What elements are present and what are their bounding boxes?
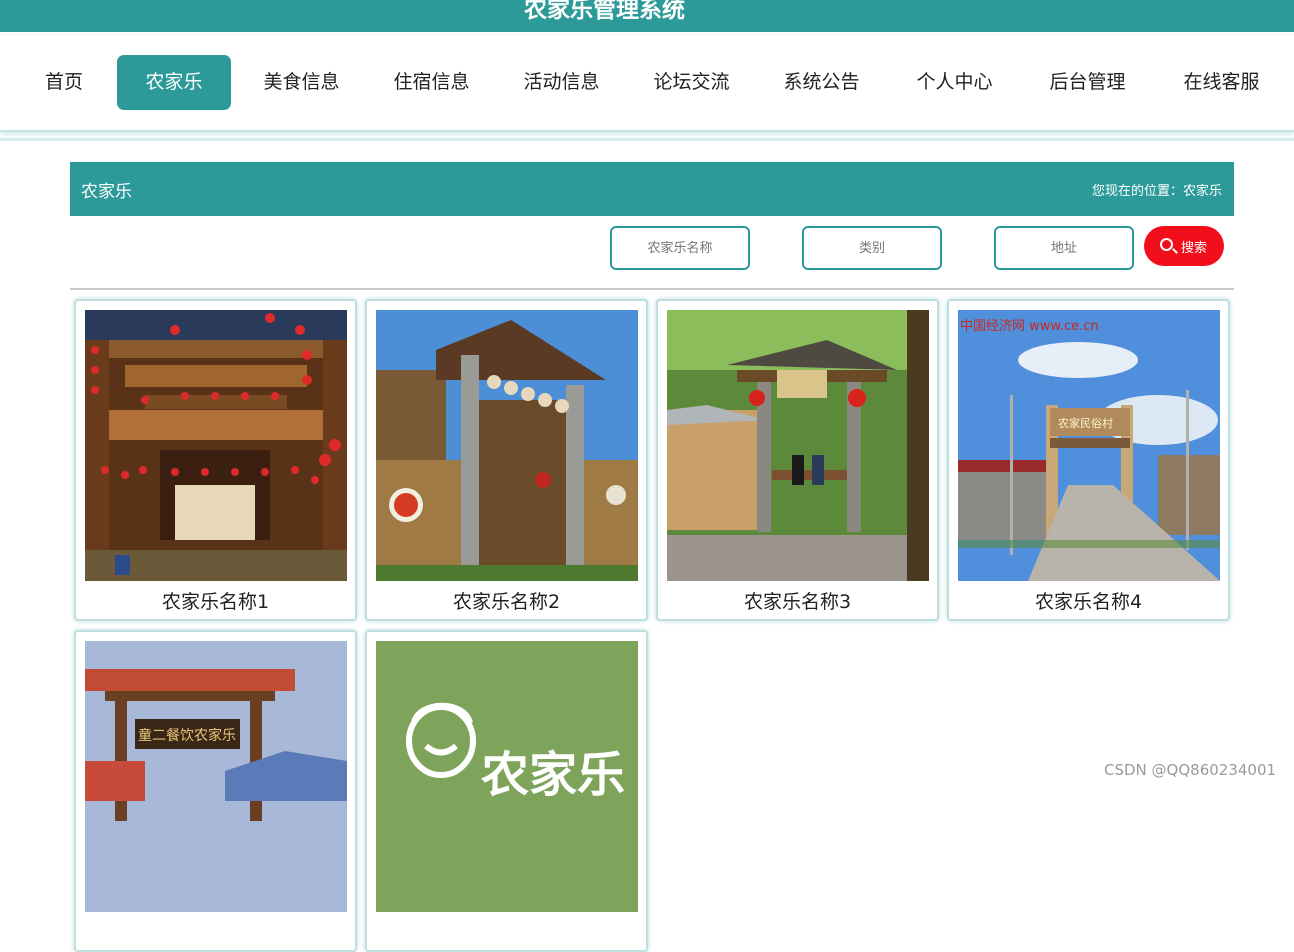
nav-item-forum[interactable]: 论坛交流 [644,55,739,110]
top-title-bar: 农家乐管理系统 [0,0,1294,32]
nav-item-announcements[interactable]: 系统公告 [774,55,869,110]
farmstay-photo [667,310,929,581]
nav-item-home[interactable]: 首页 [35,55,93,110]
app-title: 农家乐管理系统 [524,0,685,23]
farmstay-photo [376,310,638,581]
farmstay-photo: 中国经济网 www.ce.cn 农家民俗村 [958,310,1220,581]
farmstay-card[interactable]: 农家乐名称2 [365,299,648,621]
photo-gate-text: 农家民俗村 [1058,416,1113,430]
farmstay-name: 农家乐名称1 [161,591,270,613]
breadcrumb: 农家乐 您现在的位置：农家乐 [70,162,1234,216]
main-nav: 首页 农家乐 美食信息 住宿信息 活动信息 论坛交流 系统公告 个人中心 后台管… [0,36,1294,132]
farmstay-card[interactable]: 农家乐名称3 [656,299,939,621]
nav-item-food[interactable]: 美食信息 [254,55,349,110]
nav-underline [0,138,1294,141]
farmstay-name: 农家乐名称4 [1034,591,1143,613]
divider [70,288,1234,290]
farmstay-photo [85,310,347,581]
farmstay-name: 农家乐名称3 [743,591,852,613]
photo-sign-text: 童二餐饮农家乐 [138,727,236,744]
watermark: CSDN @QQ860234001 [1104,761,1277,779]
search-button-label: 搜索 [1181,240,1208,255]
search-icon [1160,238,1173,251]
nav-item-admin[interactable]: 后台管理 [1040,55,1135,110]
page-title: 农家乐 [81,182,132,202]
logo-text: 农家乐 [481,747,625,803]
address-search-input[interactable] [994,226,1134,270]
farmstay-card[interactable]: 农家乐 [365,630,648,952]
search-button[interactable]: 搜索 [1144,226,1224,266]
category-search-input[interactable] [802,226,942,270]
current-location: 您现在的位置：农家乐 [1091,184,1222,199]
nav-item-farmstay[interactable]: 农家乐 [117,55,231,110]
nav-item-activities[interactable]: 活动信息 [514,55,609,110]
farmstay-photo: 农家乐 [376,641,638,912]
farmstay-card[interactable]: 农家乐名称1 [74,299,357,621]
nav-item-customer-service[interactable]: 在线客服 [1174,55,1269,110]
farmstay-card[interactable]: 童二餐饮农家乐 [74,630,357,952]
farmstay-photo: 童二餐饮农家乐 [85,641,347,912]
nav-item-lodging[interactable]: 住宿信息 [384,55,479,110]
name-search-input[interactable] [610,226,750,270]
photo-site-text: 中国经济网 www.ce.cn [960,319,1099,334]
farmstay-card[interactable]: 中国经济网 www.ce.cn 农家民俗村 农家乐名称4 [947,299,1230,621]
nav-item-personal-center[interactable]: 个人中心 [907,55,1002,110]
farmstay-name: 农家乐名称2 [452,591,561,613]
